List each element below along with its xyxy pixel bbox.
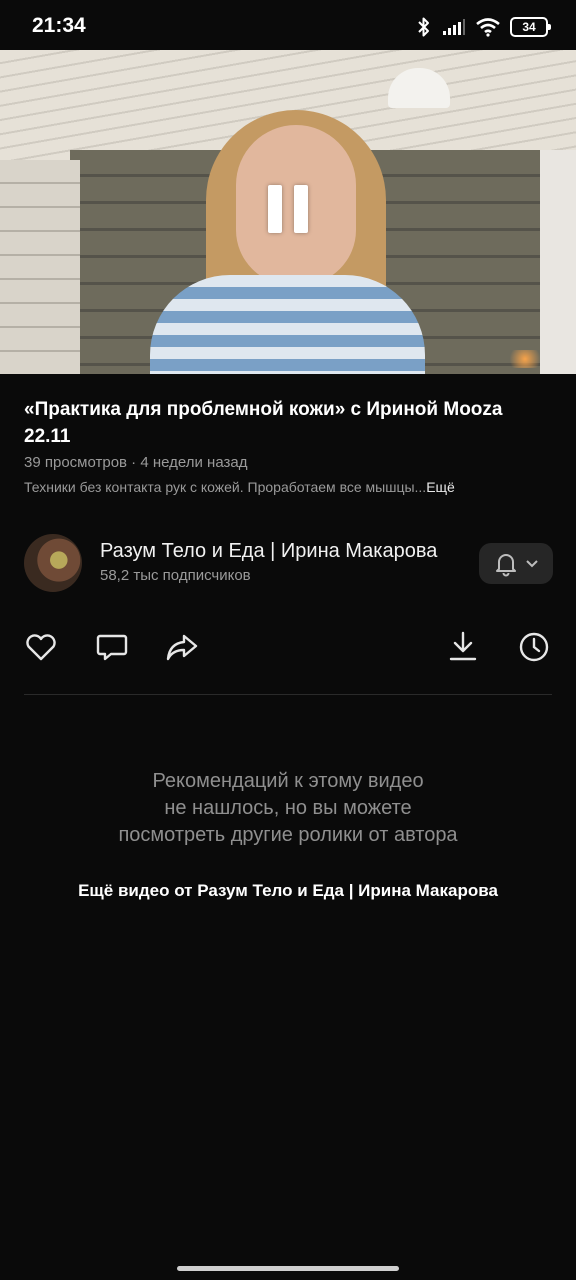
video-meta: 39 просмотров · 4 недели назад — [24, 454, 248, 471]
wifi-icon — [476, 18, 500, 37]
more-videos-link[interactable]: Ещё видео от Разум Тело и Еда | Ирина Ма… — [0, 881, 576, 901]
home-indicator[interactable] — [177, 1266, 399, 1271]
video-player[interactable] — [0, 50, 576, 374]
video-candle — [505, 350, 545, 368]
chevron-down-icon — [526, 560, 538, 568]
heart-icon[interactable] — [23, 629, 59, 665]
video-left-wall — [0, 160, 80, 374]
channel-name[interactable]: Разум Тело и Еда | Ирина Макарова — [100, 540, 462, 563]
empty-recommendations-message: Рекомендаций к этому видео не нашлось, н… — [0, 768, 576, 849]
empty-line-1: Рекомендаций к этому видео — [152, 770, 424, 792]
empty-line-3: посмотреть другие ролики от автора — [118, 824, 458, 846]
divider — [24, 694, 552, 695]
bluetooth-icon — [418, 17, 429, 37]
video-lamp — [388, 50, 450, 120]
status-icons: 34 — [416, 16, 551, 38]
status-bar: 21:34 34 — [0, 0, 576, 50]
video-description[interactable]: Техники без контакта рук с кожей. Прораб… — [24, 479, 552, 495]
description-more-link[interactable]: Ещё — [426, 479, 455, 495]
video-title: «Практика для проблемной кожи» с Ириной … — [24, 399, 503, 447]
status-time: 21:34 — [32, 14, 86, 37]
bell-icon — [496, 554, 516, 577]
share-icon[interactable] — [164, 629, 200, 665]
video-door — [540, 150, 576, 374]
clock-icon[interactable] — [516, 629, 552, 665]
channel-subscribers: 58,2 тыс подписчиков — [100, 567, 251, 584]
download-icon[interactable] — [445, 629, 481, 665]
description-text: Техники без контакта рук с кожей. Прораб… — [24, 479, 427, 495]
battery-icon: 34 — [510, 17, 551, 37]
empty-line-2: не нашлось, но вы можете — [164, 797, 412, 819]
comment-icon[interactable] — [94, 629, 130, 665]
signal-icon — [443, 19, 465, 35]
pause-icon[interactable] — [268, 185, 310, 237]
channel-avatar[interactable] — [24, 534, 82, 592]
video-person-shirt — [150, 275, 425, 374]
subscribe-bell-button[interactable] — [479, 543, 553, 584]
